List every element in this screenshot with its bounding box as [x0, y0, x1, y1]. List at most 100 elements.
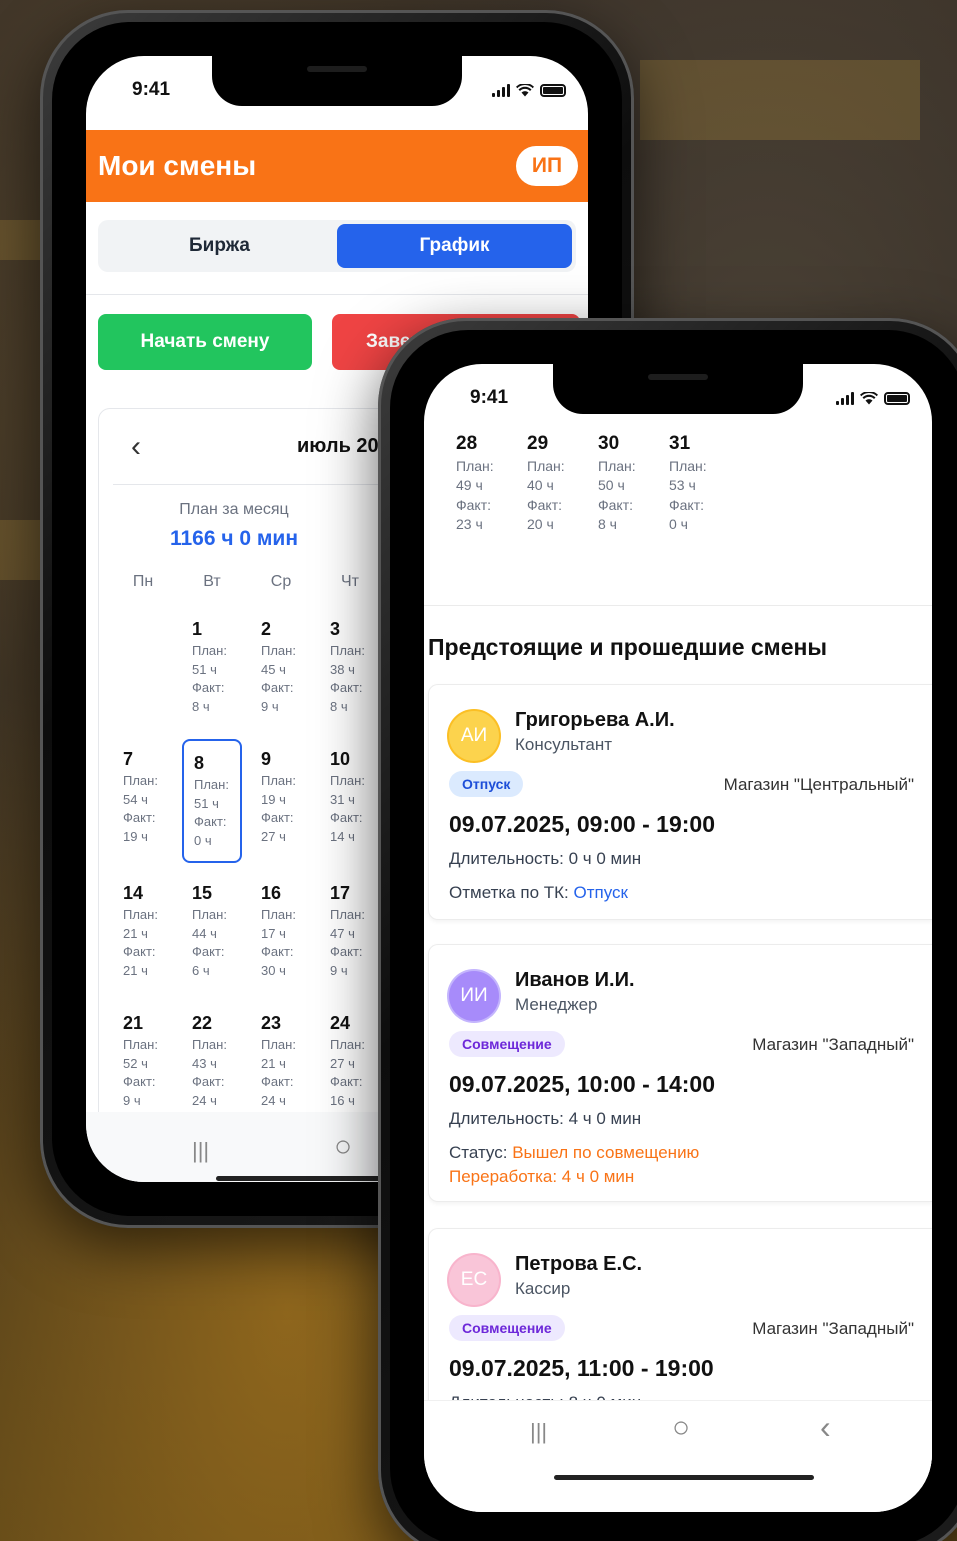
back-icon[interactable]: ‹ [820, 1409, 831, 1446]
shift-status: Статус: Вышел по совмещению [449, 1143, 699, 1163]
calendar-day[interactable]: 10 План: 31 ч Факт: 14 ч [320, 749, 380, 869]
calendar-day[interactable]: 3 План: 38 ч Факт: 8 ч [320, 619, 380, 739]
day-plan: 43 ч [192, 1055, 217, 1071]
home-indicator[interactable] [554, 1475, 814, 1480]
calendar-day[interactable]: 17 План: 47 ч Факт: 9 ч [320, 883, 380, 1003]
divider [86, 294, 588, 295]
calendar-day[interactable]: 7 План: 54 ч Факт: 19 ч [113, 749, 173, 869]
day-number: 23 [261, 1013, 282, 1033]
day-plan: 19 ч [261, 791, 286, 807]
calendar-day[interactable]: 30 План: 50 ч Факт: 8 ч [598, 434, 668, 535]
day-plan: 51 ч [192, 661, 217, 677]
day-number: 24 [330, 1013, 351, 1033]
fact-prefix: Факт: [330, 944, 363, 959]
status-badge: Совмещение [449, 1031, 565, 1057]
employee-name: Григорьева А.И. [515, 709, 675, 731]
avatar: ИИ [449, 971, 499, 1021]
phone-shift-list: 9:41 28 План: 49 ч Факт: 23 ч 29 План: 40 ч Факт… [378, 318, 957, 1541]
fact-prefix: Факт: [261, 1074, 294, 1089]
shift-card[interactable]: ИИ Иванов И.И. Менеджер Совмещение Магазин "… [428, 944, 932, 1202]
calendar-day[interactable]: 28 План: 49 ч Факт: 23 ч [456, 434, 526, 535]
fact-prefix: Факт: [330, 680, 363, 695]
fact-prefix: Факт: [261, 680, 294, 695]
day-number: 22 [192, 1013, 213, 1033]
day-plan: 52 ч [123, 1055, 148, 1071]
day-fact: 0 ч [194, 832, 212, 848]
day-plan: 49 ч [456, 477, 483, 493]
fact-prefix: Факт: [123, 1074, 156, 1089]
day-fact: 9 ч [330, 962, 348, 978]
calendar-day[interactable]: 1 План: 51 ч Факт: 8 ч [182, 619, 242, 739]
plan-prefix: План: [192, 643, 227, 658]
calendar-day[interactable]: 15 План: 44 ч Факт: 6 ч [182, 883, 242, 1003]
overtime-line: Переработка: 4 ч 0 мин [449, 1167, 635, 1186]
app-header: Мои смены ИП [86, 130, 588, 202]
home-icon[interactable]: ○ [672, 1411, 690, 1445]
calendar-day[interactable]: 16 План: 17 ч Факт: 30 ч [251, 883, 311, 1003]
day-fact: 8 ч [330, 698, 348, 714]
plan-prefix: План: [330, 773, 365, 788]
fact-prefix: Факт: [123, 810, 156, 825]
status-label: Статус: [449, 1143, 513, 1162]
day-number: 2 [261, 619, 272, 639]
day-plan: 44 ч [192, 925, 217, 941]
employee-name: Петрова Е.С. [515, 1253, 643, 1275]
calendar-day[interactable]: 31 План: 53 ч Факт: 0 ч [669, 434, 739, 535]
calendar-day[interactable]: 8 План: 51 ч Факт: 0 ч [182, 739, 242, 863]
status-time: 9:41 [470, 387, 509, 408]
shift-time: 09.07.2025, 10:00 - 14:00 [449, 1071, 715, 1097]
day-fact: 21 ч [123, 962, 148, 978]
day-fact: 24 ч [192, 1092, 217, 1108]
recent-apps-icon[interactable]: ||| [530, 1419, 547, 1445]
calendar-last-week: 28 План: 49 ч Факт: 23 ч 29 План: 40 ч Факт: 20 ч… [424, 434, 932, 606]
calendar-day[interactable]: 29 План: 40 ч Факт: 20 ч [527, 434, 597, 535]
fact-prefix: Факт: [261, 944, 294, 959]
weekday-label: Ср [270, 573, 292, 590]
shelf-decor [640, 60, 920, 140]
day-fact: 8 ч [192, 698, 210, 714]
day-number: 28 [456, 433, 478, 454]
weekday-label: Чт [341, 573, 359, 590]
day-number: 1 [192, 619, 203, 639]
store-name: Магазин "Западный" [752, 1035, 914, 1054]
tab-schedule[interactable]: График [337, 224, 572, 268]
day-fact: 19 ч [123, 828, 148, 844]
status-badge: Отпуск [449, 771, 524, 797]
recent-apps-icon[interactable]: ||| [192, 1138, 209, 1164]
day-number: 10 [330, 749, 351, 769]
status-icons [836, 391, 910, 405]
status-label: Отметка по ТК: [449, 883, 574, 902]
status-value: Отпуск [573, 883, 628, 902]
day-fact: 20 ч [527, 516, 554, 532]
fact-prefix: Факт: [330, 810, 363, 825]
day-fact: 16 ч [330, 1092, 355, 1108]
plan-prefix: План: [330, 1037, 365, 1052]
day-number: 8 [194, 753, 205, 773]
tab-exchange[interactable]: Биржа [102, 224, 337, 268]
page-title: Мои смены [98, 150, 257, 181]
phone-screen: 9:41 28 План: 49 ч Факт: 23 ч 29 План: 40 ч Факт… [424, 364, 932, 1512]
plan-prefix: План: [456, 457, 494, 474]
day-fact: 27 ч [261, 828, 286, 844]
day-number: 7 [123, 749, 134, 769]
calendar-day[interactable]: 14 План: 21 ч Факт: 21 ч [113, 883, 173, 1003]
start-shift-button[interactable]: Начать смену [98, 314, 312, 370]
day-fact: 24 ч [261, 1092, 286, 1108]
plan-prefix: План: [123, 773, 158, 788]
user-avatar[interactable]: ИП [516, 146, 578, 186]
day-number: 3 [330, 619, 341, 639]
day-plan: 31 ч [330, 791, 355, 807]
day-number: 14 [123, 883, 144, 903]
chevron-left-icon[interactable]: ‹ [113, 430, 149, 464]
home-icon[interactable]: ○ [334, 1130, 352, 1164]
shift-card[interactable]: АИ Григорьева А.И. Консультант Отпуск Магази… [428, 684, 932, 920]
phone-notch [212, 56, 462, 106]
plan-prefix: План: [669, 457, 707, 474]
status-time: 9:41 [132, 79, 171, 100]
plan-prefix: План: [261, 773, 296, 788]
day-fact: 9 ч [123, 1092, 141, 1108]
calendar-day[interactable]: 2 План: 45 ч Факт: 9 ч [251, 619, 311, 739]
calendar-day[interactable]: 9 План: 19 ч Факт: 27 ч [251, 749, 311, 869]
month-plan-value: 1166 ч 0 мин [169, 527, 299, 550]
plan-prefix: План: [261, 1037, 296, 1052]
